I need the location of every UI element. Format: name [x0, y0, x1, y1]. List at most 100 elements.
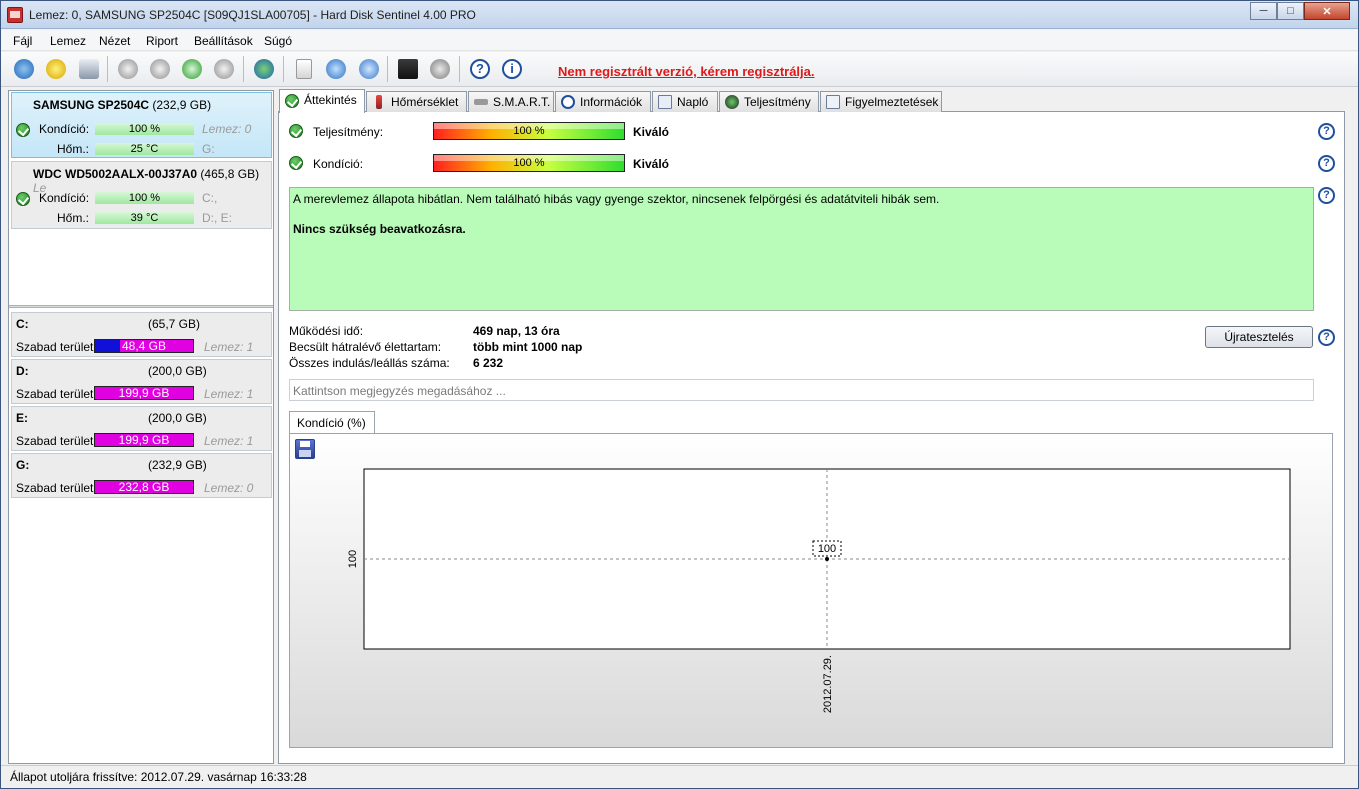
- probe-icon-2[interactable]: [147, 56, 173, 82]
- disk-list-pane: SAMSUNG SP2504C (232,9 GB) Kondíció: 100…: [8, 90, 274, 764]
- condition-rating: Kiváló: [633, 157, 670, 171]
- window-title: Lemez: 0, SAMSUNG SP2504C [S09QJ1SLA0070…: [29, 8, 476, 22]
- volume-name: E:: [16, 411, 28, 425]
- temp-label: Hőm.:: [57, 142, 90, 156]
- volume-disk: Lemez: 1: [204, 340, 254, 354]
- warning-icon[interactable]: [43, 56, 69, 82]
- tab-overview[interactable]: Áttekintés: [279, 89, 365, 113]
- menu-report[interactable]: Riport: [146, 34, 178, 48]
- info-icon: [561, 95, 575, 109]
- disk-item-wdc[interactable]: WDC WD5002AALX-00J37A0 (465,8 GB) Le Kon…: [11, 161, 272, 229]
- thermometer-icon: [376, 95, 382, 109]
- maximize-button[interactable]: □: [1277, 2, 1304, 20]
- data-point: [825, 557, 829, 561]
- tab-smart[interactable]: S.M.A.R.T.: [468, 91, 554, 112]
- status-text: A merevlemez állapota hibátlan. Nem talá…: [293, 192, 940, 206]
- lifetime-label: Becsült hátralévő élettartam:: [289, 340, 442, 354]
- refresh-icon[interactable]: [11, 56, 37, 82]
- tab-condition-chart[interactable]: Kondíció (%): [289, 411, 375, 434]
- volume-name: C:: [16, 317, 29, 331]
- drive-letters: D:, E:: [202, 211, 233, 225]
- probe-icon-1[interactable]: [115, 56, 141, 82]
- status-action: Nincs szükség beavatkozásra.: [293, 222, 466, 236]
- pane-splitter[interactable]: [9, 305, 273, 308]
- disk-size: (465,8 GB): [200, 167, 260, 181]
- x-tick-label: 2012.07.29.: [822, 655, 834, 713]
- free-space-label: Szabad terület: [16, 387, 94, 401]
- y-tick-label: 100: [347, 550, 359, 568]
- probe-icon-3[interactable]: [179, 56, 205, 82]
- performance-help-icon[interactable]: ?: [1318, 123, 1335, 140]
- disk-index: Lemez: 0: [202, 122, 252, 136]
- disk-icon[interactable]: [76, 56, 102, 82]
- menu-view[interactable]: Nézet: [99, 34, 130, 48]
- condition-bar: 100 %: [433, 154, 625, 172]
- menu-disk[interactable]: Lemez: [50, 34, 86, 48]
- condition-bar: 100 %: [95, 123, 194, 135]
- menu-help[interactable]: Súgó: [264, 34, 292, 48]
- chart-svg: 100 2012.07.29. 100: [347, 468, 1291, 713]
- info-icon[interactable]: i: [499, 56, 525, 82]
- condition-help-icon[interactable]: ?: [1318, 155, 1335, 172]
- alerts-icon: [826, 95, 840, 109]
- temp-bar: 25 °C: [95, 143, 194, 155]
- volume-size: (65,7 GB): [148, 317, 201, 331]
- status-bar-text: Állapot utoljára frissítve: 2012.07.29. …: [10, 770, 307, 784]
- test-icon[interactable]: [395, 56, 421, 82]
- title-bar: Lemez: 0, SAMSUNG SP2504C [S09QJ1SLA0070…: [1, 1, 1358, 29]
- probe-icon-4[interactable]: [211, 56, 237, 82]
- uptime-value: 469 nap, 13 óra: [473, 324, 560, 338]
- menu-file[interactable]: Fájl: [13, 34, 32, 48]
- network-icon[interactable]: [356, 56, 382, 82]
- condition-bar: 100 %: [95, 192, 194, 204]
- volume-size: (200,0 GB): [148, 364, 207, 378]
- free-space-bar: 199,9 GB: [94, 433, 194, 447]
- tab-temperature[interactable]: Hőmérséklet: [366, 91, 467, 112]
- volume-item-g[interactable]: G: (232,9 GB) Szabad terület 232,8 GB Le…: [11, 453, 272, 498]
- retest-button[interactable]: Újratesztelés: [1205, 326, 1313, 348]
- volume-size: (232,9 GB): [148, 458, 207, 472]
- sync-icon[interactable]: [323, 56, 349, 82]
- tab-performance[interactable]: Teljesítmény: [719, 91, 819, 112]
- log-icon: [658, 95, 672, 109]
- volume-item-e[interactable]: E: (200,0 GB) Szabad terület 199,9 GB Le…: [11, 406, 272, 451]
- tab-alerts[interactable]: Figyelmeztetések: [820, 91, 942, 112]
- condition-ok-icon: [289, 156, 303, 170]
- status-description: A merevlemez állapota hibátlan. Nem talá…: [289, 187, 1314, 311]
- report-icon[interactable]: [291, 56, 317, 82]
- web-icon[interactable]: [251, 56, 277, 82]
- free-space-bar: 232,8 GB: [94, 480, 194, 494]
- volume-disk: Lemez: 0: [204, 481, 254, 495]
- condition-label: Kondíció:: [39, 191, 90, 205]
- minimize-button[interactable]: ─: [1250, 2, 1277, 20]
- free-space-bar: 48,4 GB: [94, 339, 194, 353]
- sound-icon[interactable]: [427, 56, 453, 82]
- menu-settings[interactable]: Beállítások: [194, 34, 253, 48]
- volume-name: D:: [16, 364, 29, 378]
- volume-item-c[interactable]: C: (65,7 GB) Szabad terület 48,4 GB Leme…: [11, 312, 272, 357]
- tab-log[interactable]: Napló: [652, 91, 718, 112]
- free-space-label: Szabad terület: [16, 434, 94, 448]
- disk-name: WDC WD5002AALX-00J37A0: [33, 167, 198, 181]
- status-bar: Állapot utoljára frissítve: 2012.07.29. …: [1, 765, 1358, 788]
- volume-item-d[interactable]: D: (200,0 GB) Szabad terület 199,9 GB Le…: [11, 359, 272, 404]
- point-label: 100: [818, 543, 836, 555]
- ok-check-icon: [16, 123, 30, 137]
- disk-item-samsung[interactable]: SAMSUNG SP2504C (232,9 GB) Kondíció: 100…: [11, 92, 272, 158]
- tab-information[interactable]: Információk: [555, 91, 651, 112]
- check-icon: [285, 94, 299, 108]
- volume-size: (200,0 GB): [148, 411, 207, 425]
- close-button[interactable]: ✕: [1304, 2, 1350, 20]
- disk-name: SAMSUNG SP2504C: [33, 98, 150, 112]
- starts-value: 6 232: [473, 356, 504, 370]
- menu-bar: Fájl Lemez Nézet Riport Beállítások Súgó: [1, 30, 1358, 51]
- note-input[interactable]: Kattintson megjegyzés megadásához ...: [289, 379, 1314, 401]
- retest-help-icon[interactable]: ?: [1318, 329, 1335, 346]
- status-help-icon[interactable]: ?: [1318, 187, 1335, 204]
- volume-disk: Lemez: 1: [204, 434, 254, 448]
- disk-size: (232,9 GB): [152, 98, 212, 112]
- help-icon[interactable]: ?: [467, 56, 493, 82]
- free-space-bar: 199,9 GB: [94, 386, 194, 400]
- lifetime-value: több mint 1000 nap: [473, 340, 583, 354]
- register-warning-link[interactable]: Nem regisztrált verzió, kérem regisztrál…: [558, 64, 815, 79]
